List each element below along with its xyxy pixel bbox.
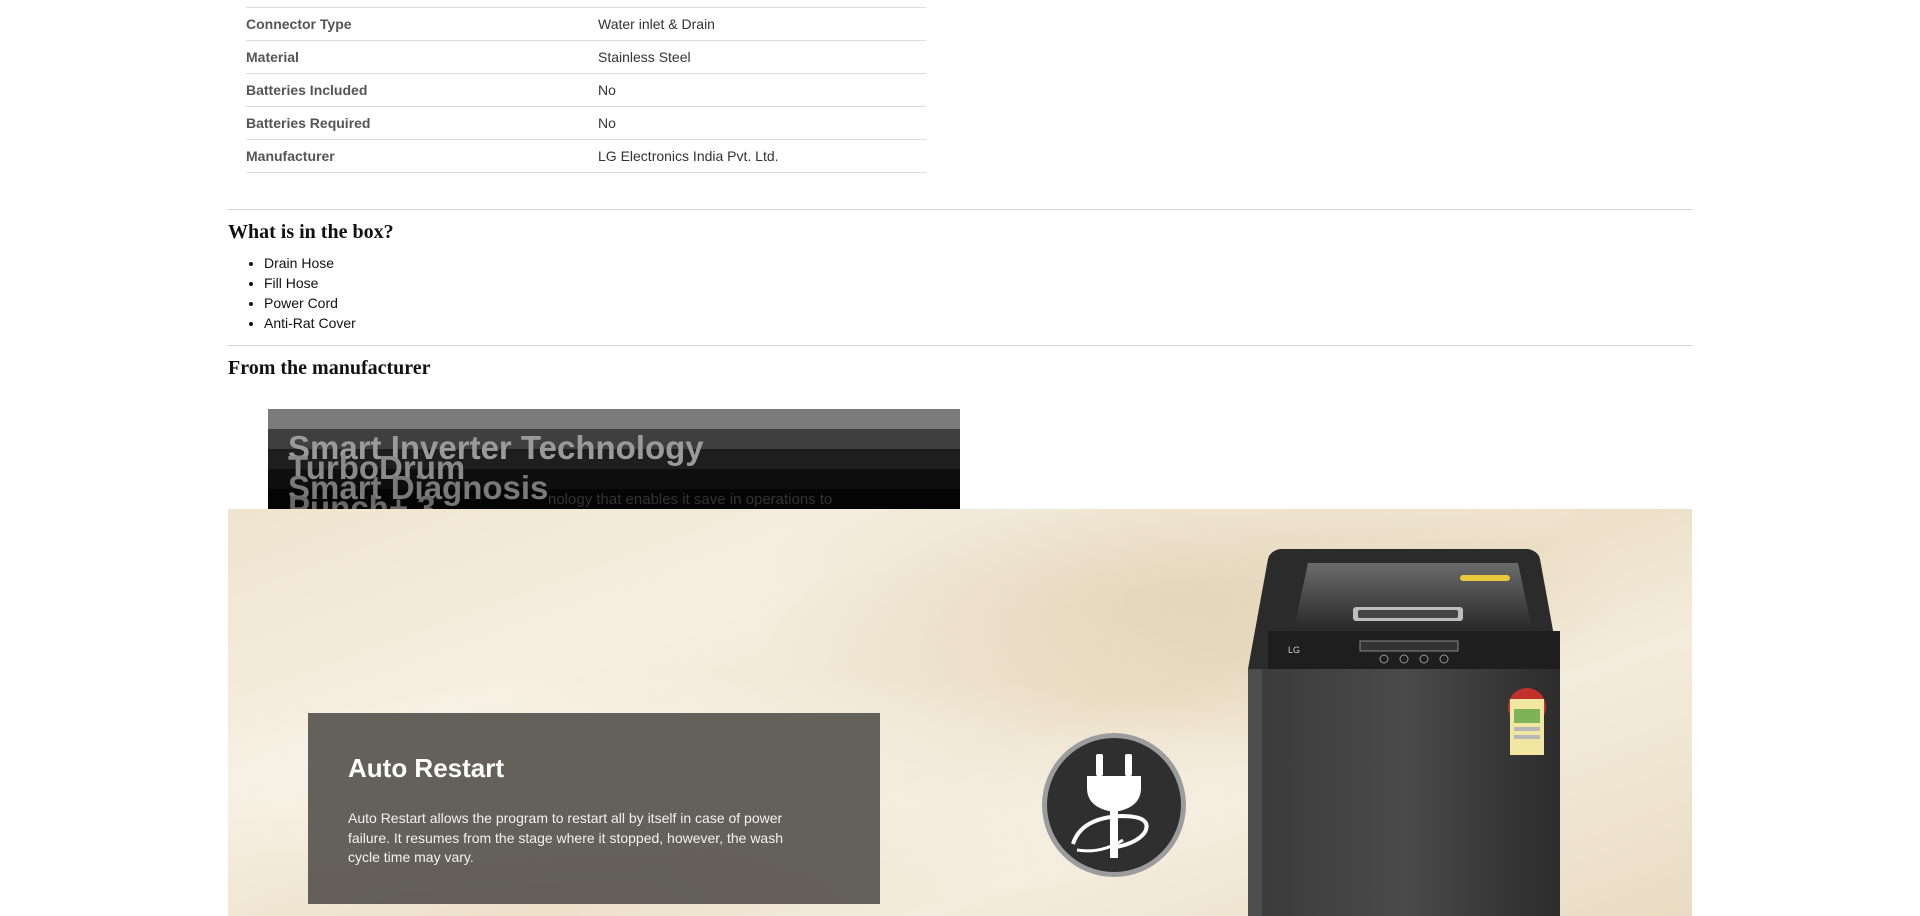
feature-description: Auto Restart allows the program to resta… — [348, 810, 783, 865]
washing-machine-image: LG — [1248, 549, 1560, 916]
feature-banner: Auto Restart Auto Restart allows the pro… — [228, 509, 1692, 916]
table-row: Connector Type Water inlet & Drain — [246, 7, 926, 41]
svg-text:LG: LG — [1288, 645, 1300, 655]
table-row: Material Stainless Steel — [246, 40, 926, 74]
spec-value: No — [598, 82, 616, 98]
carousel-band — [268, 409, 960, 429]
in-the-box-list: Drain Hose Fill Hose Power Cord Anti-Rat… — [246, 253, 356, 333]
in-the-box-heading: What is in the box? — [228, 221, 394, 243]
spec-label: Material — [246, 49, 299, 65]
carousel-tab-punch3[interactable]: Punch+ 3 — [288, 491, 436, 510]
section-divider — [228, 345, 1692, 346]
list-item: Power Cord — [264, 293, 356, 313]
product-spec-table: Connector Type Water inlet & Drain Mater… — [246, 7, 926, 173]
from-manufacturer-heading: From the manufacturer — [228, 357, 431, 379]
list-item: Drain Hose — [264, 253, 356, 273]
table-row: Manufacturer LG Electronics India Pvt. L… — [246, 139, 926, 173]
spec-label: Connector Type — [246, 16, 352, 32]
spec-value: No — [598, 115, 616, 131]
carousel-description-fragment: nology that enables it save in operation… — [548, 491, 833, 508]
spec-label: Manufacturer — [246, 148, 335, 164]
spec-value: LG Electronics India Pvt. Ltd. — [598, 148, 779, 164]
product-details-page: Connector Type Water inlet & Drain Mater… — [0, 0, 1920, 916]
table-row: Batteries Included No — [246, 73, 926, 107]
spec-value: Stainless Steel — [598, 49, 691, 65]
list-item: Fill Hose — [264, 273, 356, 293]
feature-info-card: Auto Restart Auto Restart allows the pro… — [308, 713, 880, 904]
spec-label: Batteries Included — [246, 82, 368, 98]
section-divider — [228, 209, 1692, 210]
list-item: Anti-Rat Cover — [264, 313, 356, 333]
spec-value: Water inlet & Drain — [598, 16, 715, 32]
table-row: Batteries Required No — [246, 106, 926, 140]
feature-title: Auto Restart — [348, 753, 505, 783]
feature-carousel-tabs[interactable]: Smart Inverter Technology TurboDrum Smar… — [268, 409, 960, 509]
spec-label: Batteries Required — [246, 115, 371, 131]
power-plug-icon — [1042, 733, 1186, 877]
